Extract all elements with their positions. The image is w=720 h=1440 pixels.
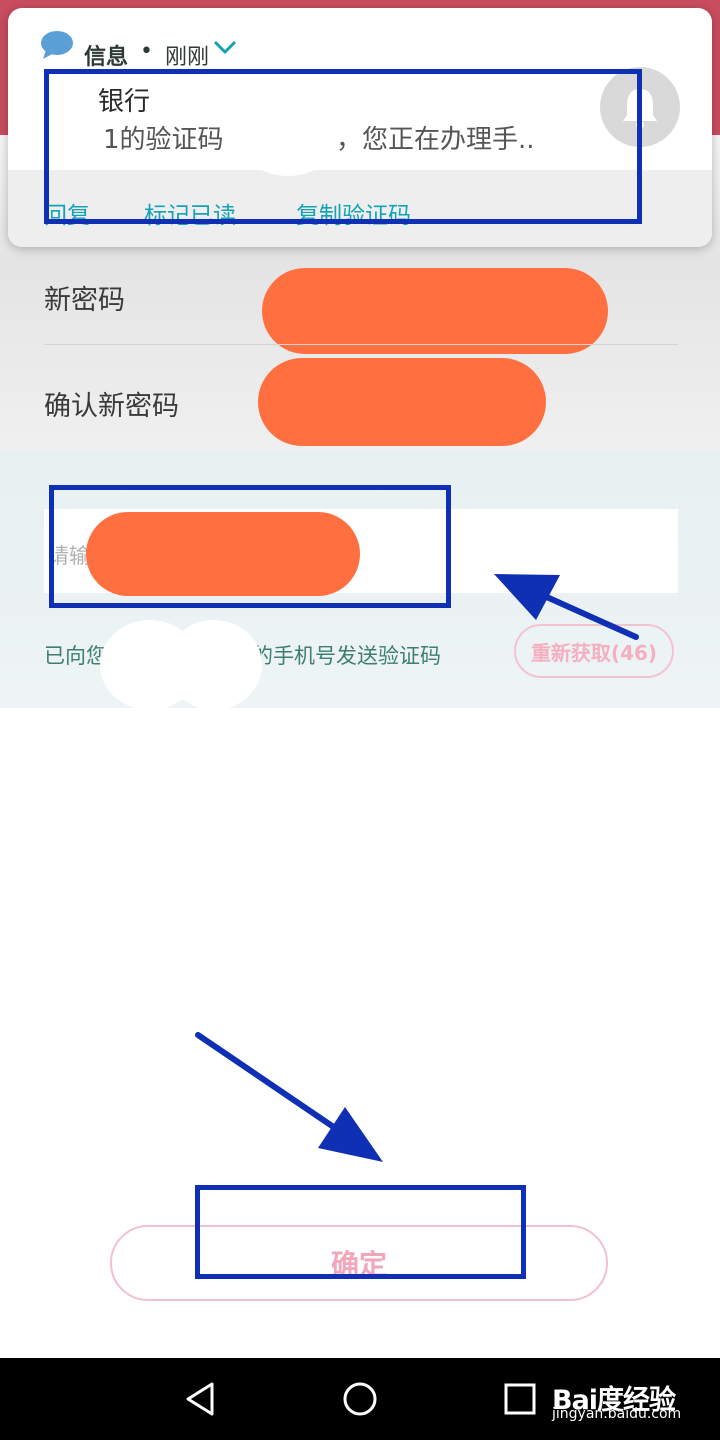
back-icon[interactable] <box>182 1380 218 1418</box>
watermark-url: jingyan.baidu.com <box>552 1406 682 1422</box>
annotation-arrowhead <box>318 1107 383 1162</box>
home-icon[interactable] <box>342 1381 378 1417</box>
annotation-arrow-line <box>195 1032 341 1133</box>
recents-icon[interactable] <box>502 1381 538 1417</box>
annotation-arrows <box>195 574 639 1162</box>
annotation-arrow-line <box>537 591 639 640</box>
